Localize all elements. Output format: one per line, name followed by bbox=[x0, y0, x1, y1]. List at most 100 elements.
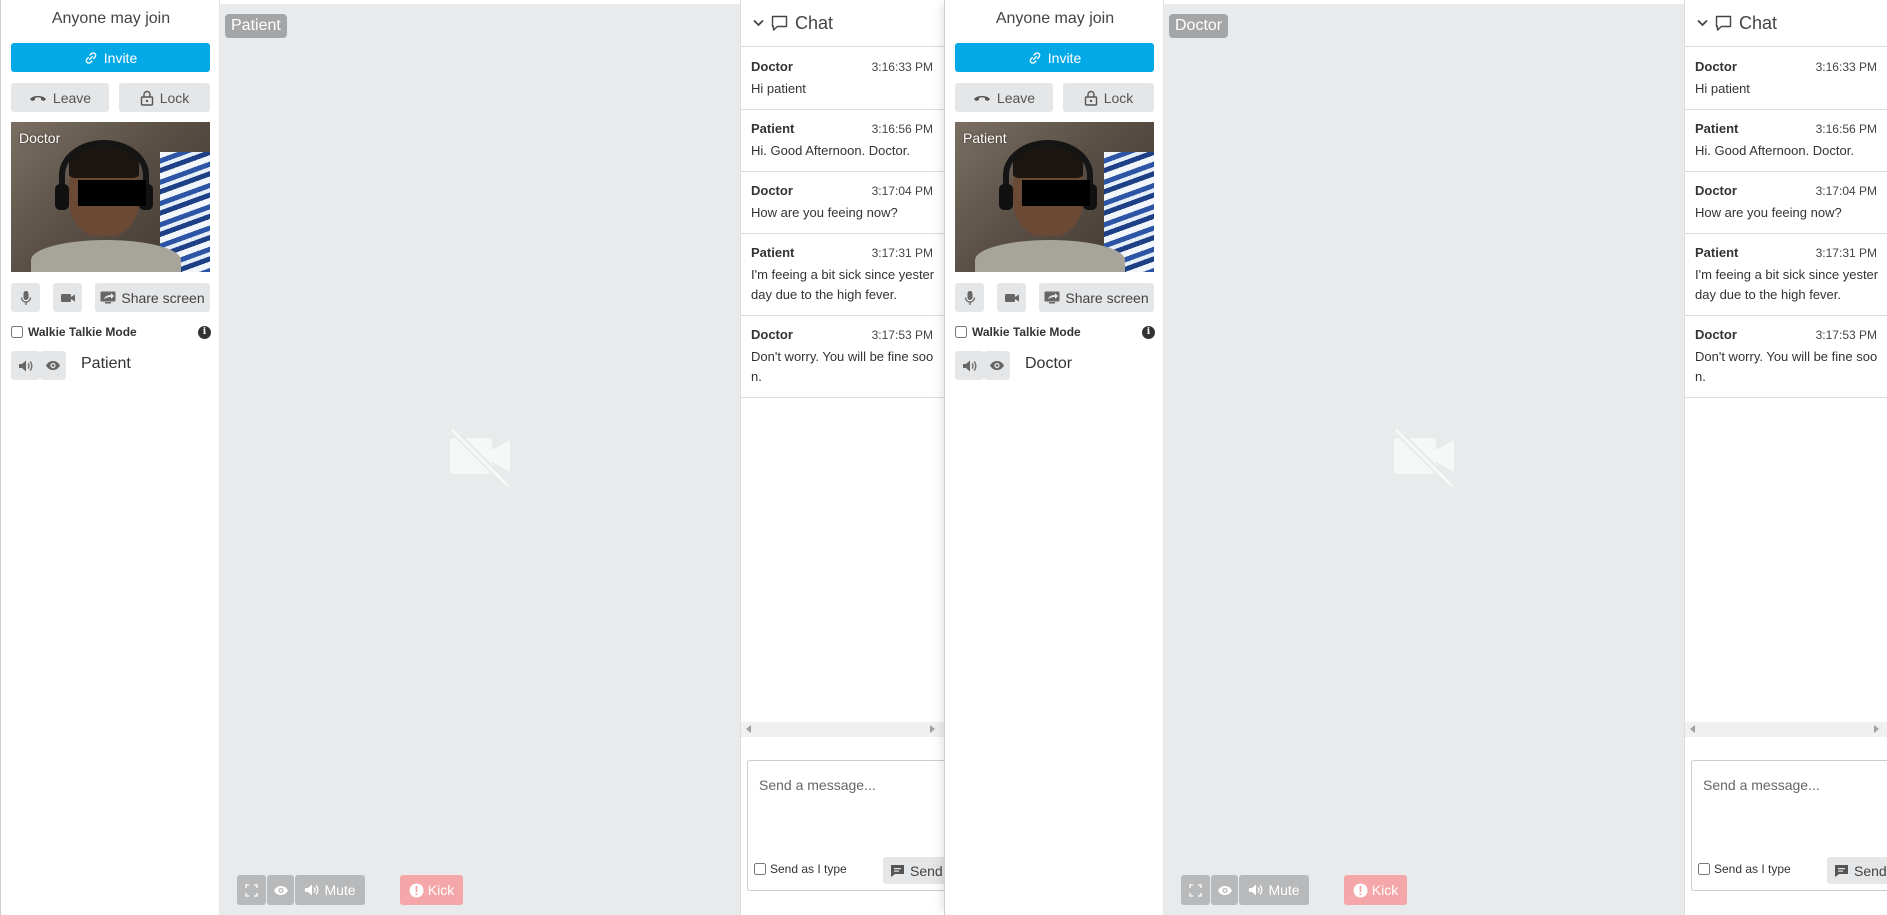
remote-video-label: Patient bbox=[225, 14, 287, 38]
chevron-down-icon[interactable] bbox=[753, 19, 764, 27]
remote-video-stage: Patient Mute Kick bbox=[220, 4, 740, 915]
chat-message-list[interactable]: Doctor 3:16:33 PM Hi patient Patient 3:16:56… bbox=[1685, 48, 1887, 723]
message-text: Hi patient bbox=[1695, 81, 1750, 96]
message-timestamp: 3:17:04 PM bbox=[871, 184, 933, 198]
leave-button[interactable]: Leave bbox=[11, 83, 109, 112]
send-message-icon bbox=[890, 864, 905, 878]
chat-message-list[interactable]: Doctor 3:16:33 PM Hi patient Patient 3:16:56… bbox=[741, 48, 945, 723]
chat-compose-box[interactable]: Send a message... Send as I type Send bbox=[747, 760, 953, 891]
peer-name: Patient bbox=[81, 355, 131, 372]
leave-label: Leave bbox=[996, 89, 1036, 106]
chat-message: Patient 3:16:56 PM Hi. Good Afternoon. Doc… bbox=[741, 110, 945, 172]
lock-icon bbox=[1084, 90, 1098, 106]
chat-compose-box[interactable]: Send a message... Send as I type Send bbox=[1691, 760, 1887, 891]
message-text: How are you feeing now? bbox=[751, 205, 898, 220]
fullscreen-icon bbox=[1189, 883, 1202, 897]
camera-button[interactable] bbox=[53, 283, 82, 312]
camera-button[interactable] bbox=[997, 283, 1026, 312]
remote-view-button[interactable] bbox=[267, 875, 294, 905]
message-text: Hi patient bbox=[751, 81, 806, 96]
room-sidebar: Anyone may join Invite Leave Lock bbox=[944, 0, 1164, 915]
scroll-left-arrow-icon[interactable] bbox=[1690, 725, 1695, 733]
censor-bar bbox=[1022, 180, 1090, 206]
alert-icon bbox=[1353, 883, 1368, 898]
speaker-icon bbox=[962, 359, 978, 373]
walkie-talkie-checkbox[interactable] bbox=[955, 326, 967, 338]
message-timestamp: 3:16:33 PM bbox=[871, 60, 933, 74]
walkie-talkie-toggle[interactable]: Walkie Talkie Mode i bbox=[11, 324, 211, 340]
send-button[interactable]: Send bbox=[883, 857, 953, 884]
info-icon[interactable]: i bbox=[198, 326, 211, 339]
send-message-icon bbox=[1834, 864, 1849, 878]
fullscreen-icon bbox=[245, 883, 258, 897]
chat-title: Chat bbox=[795, 12, 834, 33]
patient-view-panel: Anyone may join Invite Leave Lock Patien… bbox=[944, 0, 1887, 915]
send-as-i-type-toggle[interactable]: Send as I type bbox=[754, 862, 847, 876]
walkie-talkie-label: Walkie Talkie Mode bbox=[972, 325, 1081, 339]
send-as-i-type-checkbox[interactable] bbox=[754, 863, 766, 875]
remote-video-controls: Mute Kick bbox=[237, 875, 537, 905]
peer-view-button[interactable] bbox=[984, 351, 1010, 380]
remote-video-label: Doctor bbox=[1169, 14, 1229, 38]
chat-message-input[interactable]: Send a message... bbox=[759, 777, 876, 793]
message-text: I'm feeing a bit sick since yesterday du… bbox=[1695, 267, 1879, 302]
walkie-talkie-toggle[interactable]: Walkie Talkie Mode i bbox=[955, 324, 1155, 340]
chat-message-input[interactable]: Send a message... bbox=[1703, 777, 1820, 793]
scroll-right-arrow-icon[interactable] bbox=[1874, 725, 1879, 733]
scroll-left-arrow-icon[interactable] bbox=[746, 725, 751, 733]
mute-button[interactable]: Mute bbox=[1239, 875, 1309, 905]
fullscreen-button[interactable] bbox=[1181, 875, 1210, 905]
microphone-button[interactable] bbox=[11, 283, 40, 312]
send-button[interactable]: Send bbox=[1827, 857, 1887, 884]
peer-volume-button[interactable] bbox=[11, 351, 40, 380]
peer-volume-button[interactable] bbox=[955, 351, 984, 380]
invite-button[interactable]: Invite bbox=[955, 43, 1154, 72]
video-camera-icon bbox=[60, 292, 76, 304]
kick-label: Kick bbox=[1371, 882, 1399, 898]
chat-horizontal-scrollbar[interactable] bbox=[741, 722, 945, 737]
send-label: Send bbox=[1854, 862, 1887, 879]
peer-view-button[interactable] bbox=[40, 351, 66, 380]
invite-button[interactable]: Invite bbox=[11, 43, 210, 72]
leave-button[interactable]: Leave bbox=[955, 83, 1053, 112]
chat-header[interactable]: Chat bbox=[1685, 0, 1887, 47]
fullscreen-button[interactable] bbox=[237, 875, 266, 905]
remote-video-controls: Mute Kick bbox=[1181, 875, 1481, 905]
send-as-i-type-checkbox[interactable] bbox=[1698, 863, 1710, 875]
message-text: How are you feeing now? bbox=[1695, 205, 1842, 220]
share-screen-label: Share screen bbox=[121, 289, 205, 306]
chevron-down-icon[interactable] bbox=[1697, 19, 1708, 27]
share-screen-icon bbox=[1044, 291, 1060, 304]
message-text: Hi. Good Afternoon. Doctor. bbox=[751, 143, 910, 158]
lock-button[interactable]: Lock bbox=[119, 83, 210, 112]
lock-button[interactable]: Lock bbox=[1063, 83, 1154, 112]
microphone-button[interactable] bbox=[955, 283, 984, 312]
scroll-right-arrow-icon[interactable] bbox=[930, 725, 935, 733]
walkie-talkie-checkbox[interactable] bbox=[11, 326, 23, 338]
video-off-icon bbox=[1392, 424, 1456, 488]
kick-label: Kick bbox=[427, 882, 455, 898]
chat-horizontal-scrollbar[interactable] bbox=[1685, 722, 1887, 737]
kick-button[interactable]: Kick bbox=[400, 875, 463, 905]
send-as-i-type-toggle[interactable]: Send as I type bbox=[1698, 862, 1791, 876]
self-video-label: Patient bbox=[963, 130, 1007, 146]
chat-bubble-icon bbox=[1715, 15, 1732, 31]
message-text: I'm feeing a bit sick since yesterday du… bbox=[751, 267, 935, 302]
info-icon[interactable]: i bbox=[1142, 326, 1155, 339]
share-screen-button[interactable]: Share screen bbox=[95, 283, 210, 312]
link-icon bbox=[84, 51, 98, 65]
message-timestamp: 3:16:56 PM bbox=[1815, 122, 1877, 136]
remote-view-button[interactable] bbox=[1211, 875, 1238, 905]
media-controls: Share screen bbox=[955, 283, 1155, 312]
mute-label: Mute bbox=[1268, 882, 1300, 898]
kick-button[interactable]: Kick bbox=[1344, 875, 1407, 905]
mute-button[interactable]: Mute bbox=[295, 875, 365, 905]
chat-header[interactable]: Chat bbox=[741, 0, 945, 47]
self-video-tile: Patient bbox=[955, 122, 1154, 272]
microphone-icon bbox=[964, 290, 976, 306]
message-timestamp: 3:17:53 PM bbox=[1815, 328, 1877, 342]
share-screen-button[interactable]: Share screen bbox=[1039, 283, 1154, 312]
invite-label: Invite bbox=[103, 49, 138, 66]
walkie-talkie-label: Walkie Talkie Mode bbox=[28, 325, 137, 339]
chat-message: Patient 3:16:56 PM Hi. Good Afternoon. Doc… bbox=[1685, 110, 1887, 172]
